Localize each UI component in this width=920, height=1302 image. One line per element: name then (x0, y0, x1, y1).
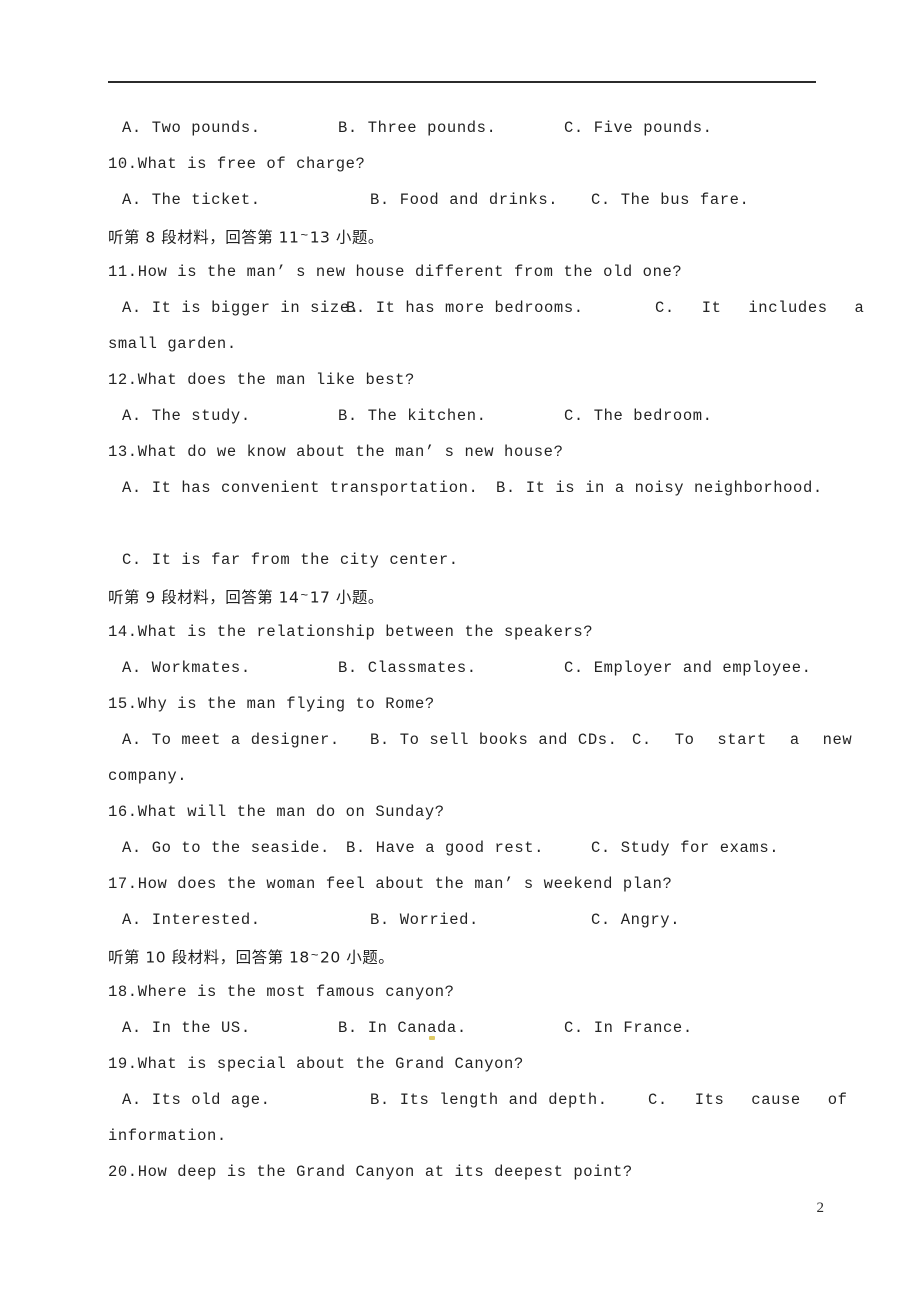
section-heading-10: 听第 10 段材料，回答第 18~20 小题。 (108, 938, 816, 974)
q12-options: A. The study. B. The kitchen. C. The bedro… (108, 398, 816, 434)
option-choice[interactable]: A. Interested. (122, 902, 261, 938)
option-choice[interactable]: C. Five pounds. (564, 110, 713, 146)
option-choice[interactable]: A. It has convenient transportation. (122, 470, 478, 506)
option-choice[interactable]: B. It has more bedrooms. (346, 290, 584, 326)
question-18: 18.Where is the most famous canyon? (108, 983, 455, 1001)
section-heading-suffix: 17 小题。 (309, 588, 384, 607)
range-tilde: ~ (310, 948, 320, 963)
option-choice[interactable]: B. Food and drinks. (370, 182, 558, 218)
scan-artifact (429, 1036, 435, 1040)
option-choice[interactable]: C. The bus fare. (591, 182, 749, 218)
q19-option-c-continued: information. (108, 1127, 227, 1145)
option-choice[interactable]: C. Study for exams. (591, 830, 779, 866)
question-20: 20.How deep is the Grand Canyon at its d… (108, 1163, 633, 1181)
q13-options-ab: A. It has convenient transportation. B. I… (108, 470, 822, 506)
q9-options: A. Two pounds. B. Three pounds. C. Five po… (108, 110, 816, 146)
option-choice[interactable]: A. The ticket. (122, 182, 261, 218)
q14-options: A. Workmates. B. Classmates. C. Employer a… (108, 650, 816, 686)
option-choice[interactable]: C. To start a new (632, 722, 852, 758)
section-heading-suffix: 13 小题。 (309, 228, 384, 247)
option-choice[interactable]: B. Three pounds. (338, 110, 496, 146)
option-choice[interactable]: A. To meet a designer. (122, 722, 340, 758)
section-heading-9: 听第 9 段材料，回答第 14~17 小题。 (108, 578, 816, 614)
question-10: 10.What is free of charge? (108, 155, 366, 173)
section-heading-8: 听第 8 段材料，回答第 11~13 小题。 (108, 218, 816, 254)
option-choice[interactable]: A. The study. (122, 398, 251, 434)
question-13: 13.What do we know about the man’ s new … (108, 443, 564, 461)
question-12: 12.What does the man like best? (108, 371, 415, 389)
option-choice[interactable]: C. It is far from the city center. (122, 542, 459, 578)
option-choice[interactable]: C. Angry. (591, 902, 680, 938)
section-heading-prefix: 听第 10 段材料，回答第 18 (108, 948, 310, 967)
question-15: 15.Why is the man flying to Rome? (108, 695, 435, 713)
option-choice[interactable]: C. It includes a (655, 290, 864, 326)
q19-options: A. Its old age. B. Its length and depth. C… (108, 1082, 847, 1118)
option-choice[interactable]: C. Employer and employee. (564, 650, 812, 686)
option-choice[interactable]: B. Have a good rest. (346, 830, 544, 866)
q17-options: A. Interested. B. Worried. C. Angry. (108, 902, 816, 938)
option-choice[interactable]: B. In Canada. (338, 1010, 467, 1046)
option-choice[interactable]: B. The kitchen. (338, 398, 487, 434)
option-choice[interactable]: B. To sell books and CDs. (370, 722, 618, 758)
option-choice[interactable]: A. Two pounds. (122, 110, 261, 146)
page-number: 2 (816, 1200, 825, 1216)
range-tilde: ~ (300, 228, 309, 243)
q15-option-c-continued: company. (108, 767, 188, 785)
option-choice[interactable]: A. Workmates. (122, 650, 251, 686)
q16-options: A. Go to the seaside. B. Have a good rest… (108, 830, 816, 866)
option-choice[interactable]: B. Classmates. (338, 650, 477, 686)
q10-options: A. The ticket. B. Food and drinks. C. The … (108, 182, 816, 218)
option-choice[interactable]: A. It is bigger in size. (122, 290, 360, 326)
q11-option-c-continued: small garden. (108, 335, 237, 353)
option-choice[interactable]: B. Its length and depth. (370, 1082, 608, 1118)
range-tilde: ~ (300, 588, 309, 603)
question-17: 17.How does the woman feel about the man… (108, 875, 673, 893)
q18-options: A. In the US. B. In Canada. C. In France. (108, 1010, 816, 1046)
question-19: 19.What is special about the Grand Canyo… (108, 1055, 524, 1073)
q13-option-c: C. It is far from the city center. (108, 542, 816, 578)
section-heading-suffix: 20 小题。 (320, 948, 395, 967)
option-choice[interactable]: C. The bedroom. (564, 398, 713, 434)
option-choice[interactable]: C. Its cause of (648, 1082, 848, 1118)
q15-options: A. To meet a designer. B. To sell books a… (108, 722, 852, 758)
question-11: 11.How is the man’ s new house different… (108, 263, 683, 281)
q11-options: A. It is bigger in size. B. It has more b… (108, 290, 864, 326)
option-choice[interactable]: A. Its old age. (122, 1082, 271, 1118)
section-heading-prefix: 听第 9 段材料，回答第 14 (108, 588, 300, 607)
section-heading-prefix: 听第 8 段材料，回答第 11 (108, 228, 300, 247)
header-rule (108, 81, 816, 83)
question-14: 14.What is the relationship between the … (108, 623, 594, 641)
question-16: 16.What will the man do on Sunday? (108, 803, 445, 821)
option-choice[interactable]: B. It is in a noisy neighborhood. (496, 470, 823, 506)
exam-page: A. Two pounds. B. Three pounds. C. Five po… (0, 0, 920, 1302)
option-choice[interactable]: A. Go to the seaside. (122, 830, 330, 866)
option-choice[interactable]: C. In France. (564, 1010, 693, 1046)
option-choice[interactable]: A. In the US. (122, 1010, 251, 1046)
option-choice[interactable]: B. Worried. (370, 902, 479, 938)
exam-content: A. Two pounds. B. Three pounds. C. Five po… (108, 110, 864, 1190)
